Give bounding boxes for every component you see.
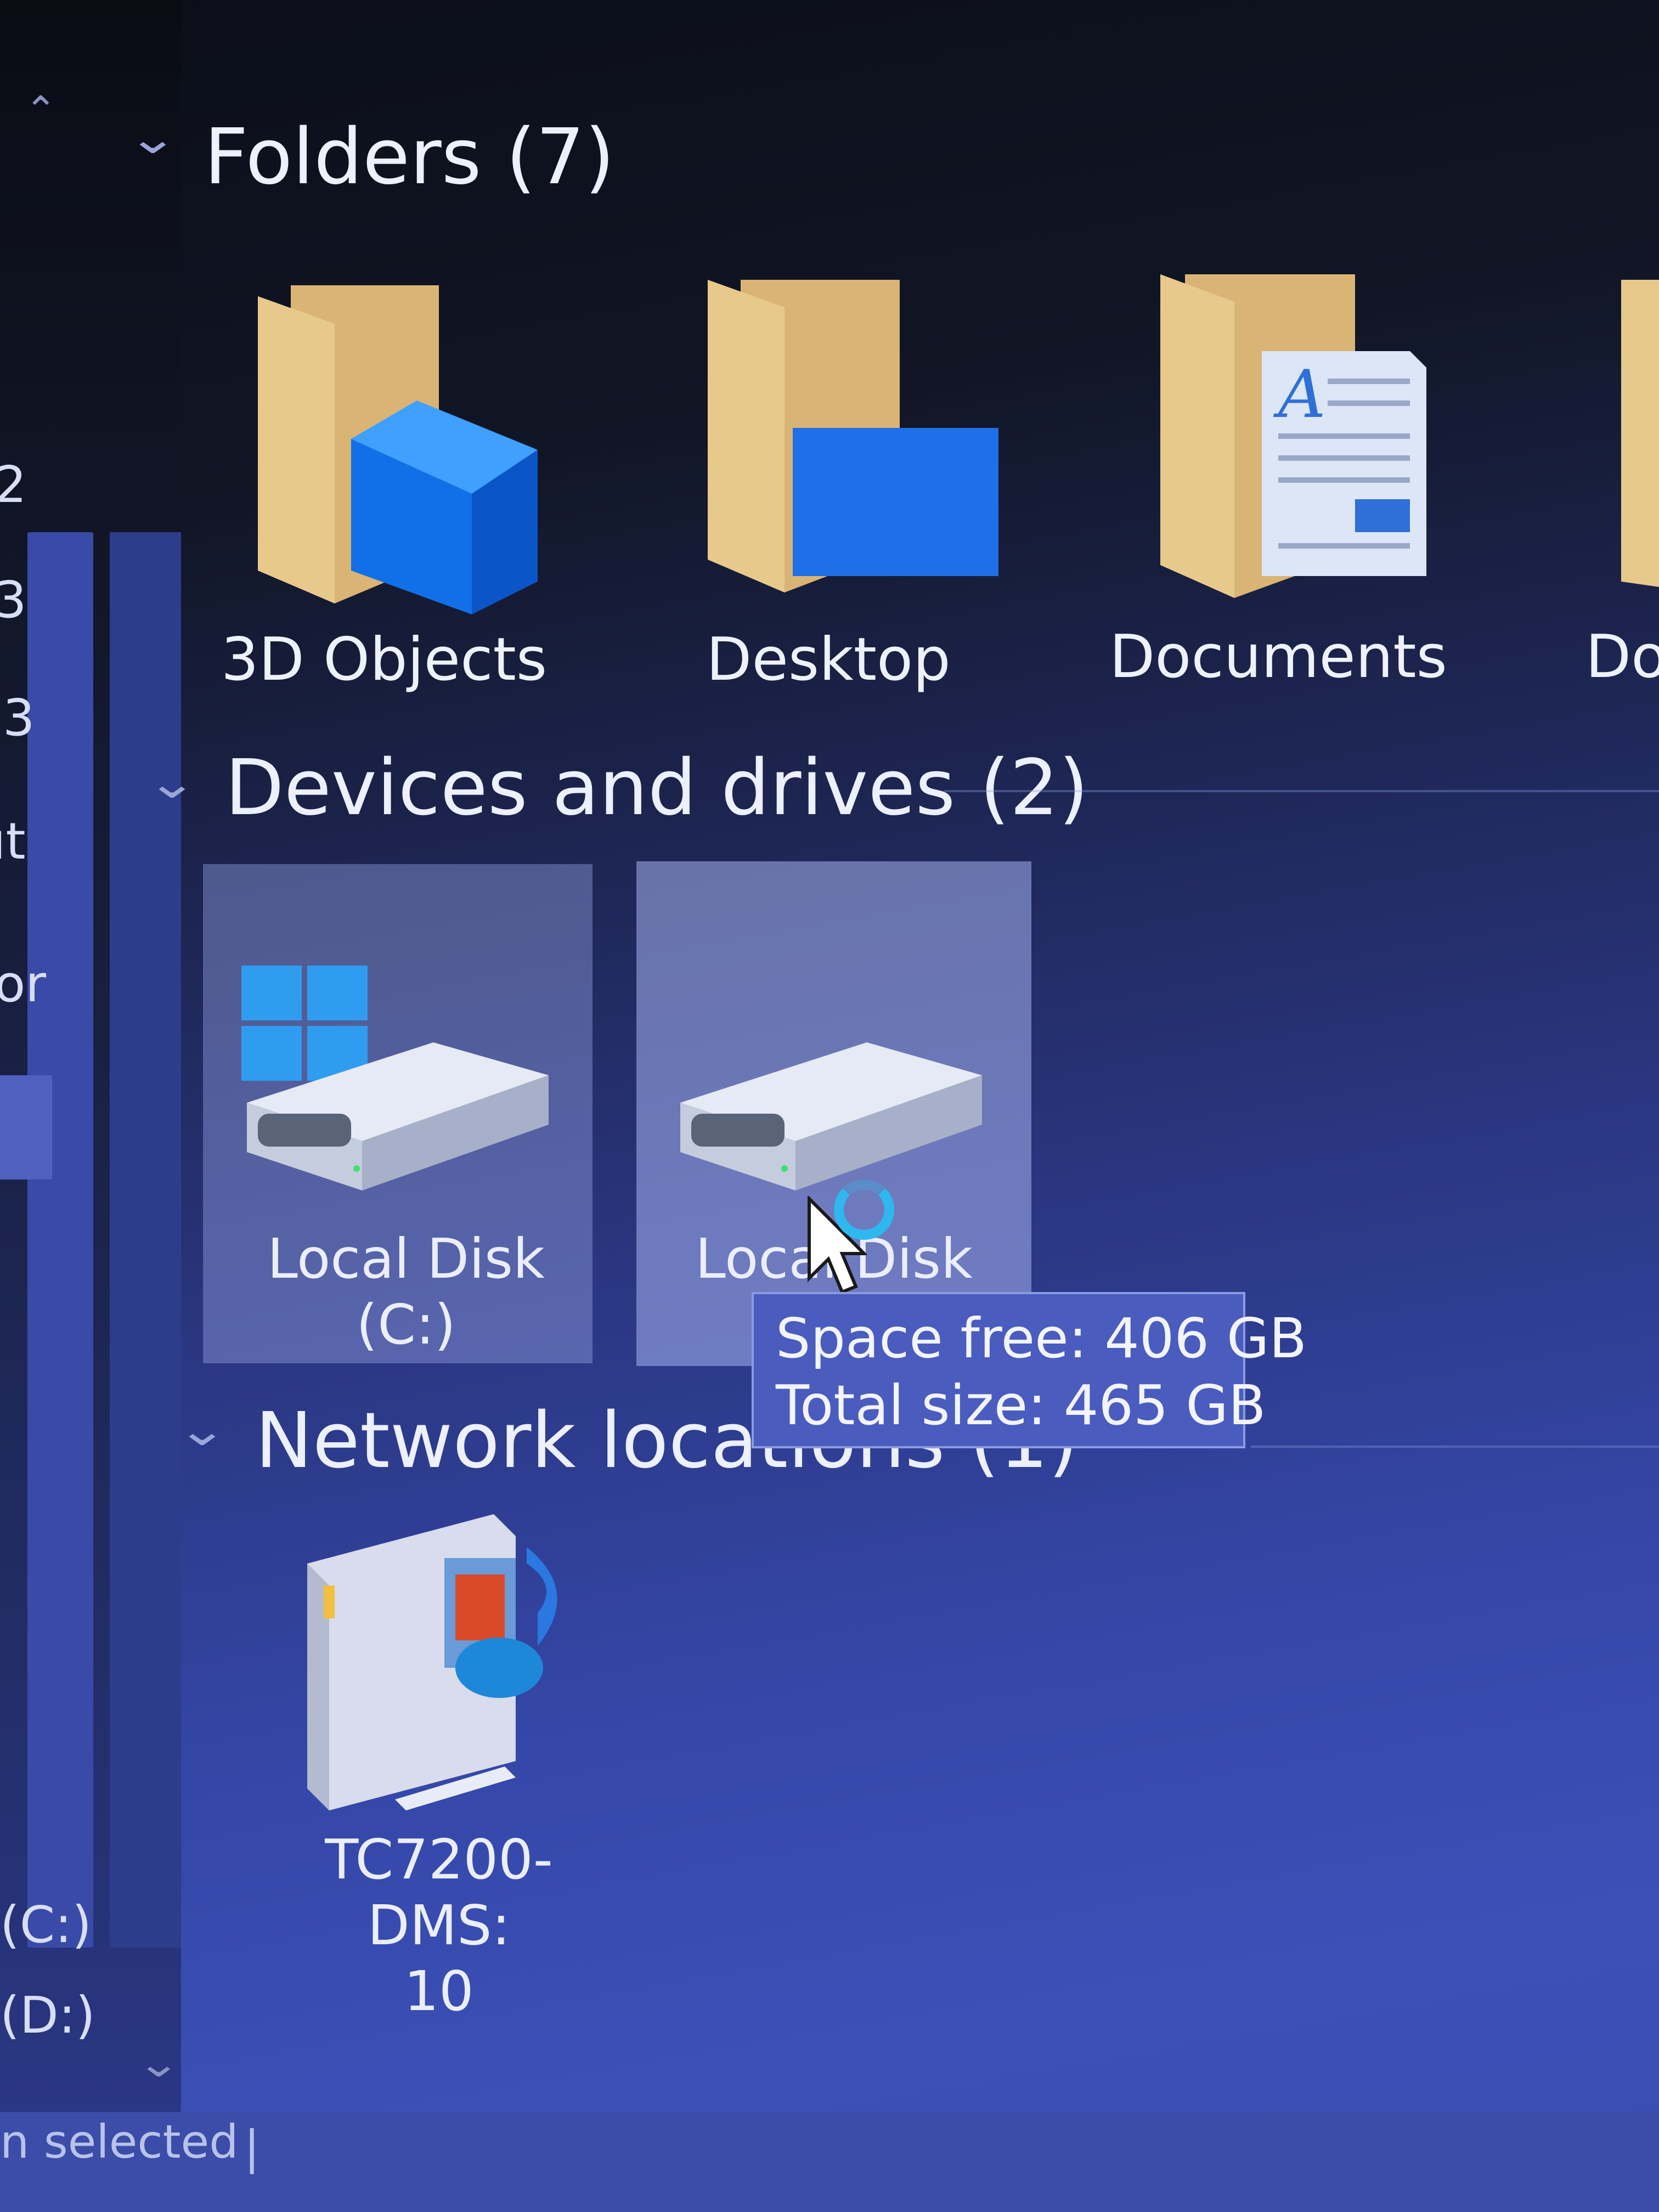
nav-item-fragment[interactable]: 3 (0, 571, 27, 629)
nav-item-drive-d[interactable]: (D:) (0, 1986, 95, 2045)
folder-label[interactable]: Desktop (680, 625, 977, 694)
drive-c-label-line2: (C:) (356, 1293, 456, 1357)
status-selection-text: n selected (0, 2115, 239, 2169)
folders-group-title[interactable]: Folders (7) (204, 112, 614, 202)
documents-folder-icon: A (1160, 274, 1426, 598)
devices-group-divider (944, 790, 1659, 792)
desktop-folder-icon (708, 280, 998, 592)
tooltip-total-size: Total size: 465 GB (776, 1373, 1266, 1437)
folder-3d-objects[interactable] (252, 274, 549, 625)
nav-scrollbar-thumb[interactable] (27, 532, 93, 1948)
network-item-label-line2: 10 (404, 1959, 474, 2023)
drive-d-icon-wrap (669, 1031, 998, 1196)
nav-scroll-down-icon[interactable]: ⌄ (136, 2041, 181, 2086)
downloads-folder-icon (1621, 280, 1659, 587)
folder-label[interactable]: 3D Objects (219, 625, 549, 694)
devices-group-title[interactable]: Devices and drives (2) (225, 743, 1088, 833)
tooltip-space-free: Space free: 406 GB (776, 1306, 1307, 1370)
media-server-icon (307, 1514, 557, 1810)
nav-item-fragment[interactable]: or (0, 955, 46, 1013)
drive-c-label-line1: Local Disk (267, 1227, 545, 1291)
folder-label[interactable]: Documents (1108, 623, 1448, 691)
network-item-label[interactable]: TC7200-DMS: 10 (274, 1827, 603, 2024)
drive-c-icon-wrap (236, 960, 565, 1212)
network-item-label-line1: TC7200-DMS: (325, 1827, 553, 1957)
network-collapse-chevron-icon[interactable]: ⌄ (177, 1404, 228, 1455)
status-separator: | (244, 2120, 260, 2174)
drive-c-label[interactable]: Local Disk (C:) (241, 1226, 571, 1358)
svg-text:A: A (1273, 357, 1326, 433)
busy-spinner-icon (834, 1180, 894, 1240)
nav-item-fragment[interactable]: ıt (0, 812, 26, 871)
drive-info-tooltip: Space free: 406 GB Total size: 465 GB (752, 1292, 1307, 1448)
windows-system-drive-icon (241, 966, 549, 1190)
folder-documents[interactable]: A (1152, 269, 1459, 620)
3d-objects-folder-icon (258, 285, 538, 614)
folder-downloads[interactable] (1610, 274, 1659, 614)
network-group-divider (1251, 1446, 1659, 1448)
folders-collapse-chevron-icon[interactable]: ⌄ (127, 112, 179, 163)
network-item-tc7200[interactable] (296, 1503, 603, 1816)
devices-collapse-chevron-icon[interactable]: ⌄ (146, 757, 198, 808)
nav-item-fragment[interactable]: 2 (0, 455, 27, 514)
nav-item-drive-c[interactable]: (C:) (0, 1895, 92, 1954)
nav-selected-item[interactable] (0, 1075, 52, 1180)
nav-item-fragment[interactable]: 3 (3, 689, 35, 747)
hard-drive-icon (680, 1042, 982, 1190)
nav-scroll-up-icon[interactable]: ⌃ (25, 88, 57, 133)
folder-label[interactable]: Do (1585, 623, 1659, 691)
nav-scrollbar-track[interactable] (110, 532, 181, 1948)
folder-desktop[interactable] (702, 274, 1009, 614)
